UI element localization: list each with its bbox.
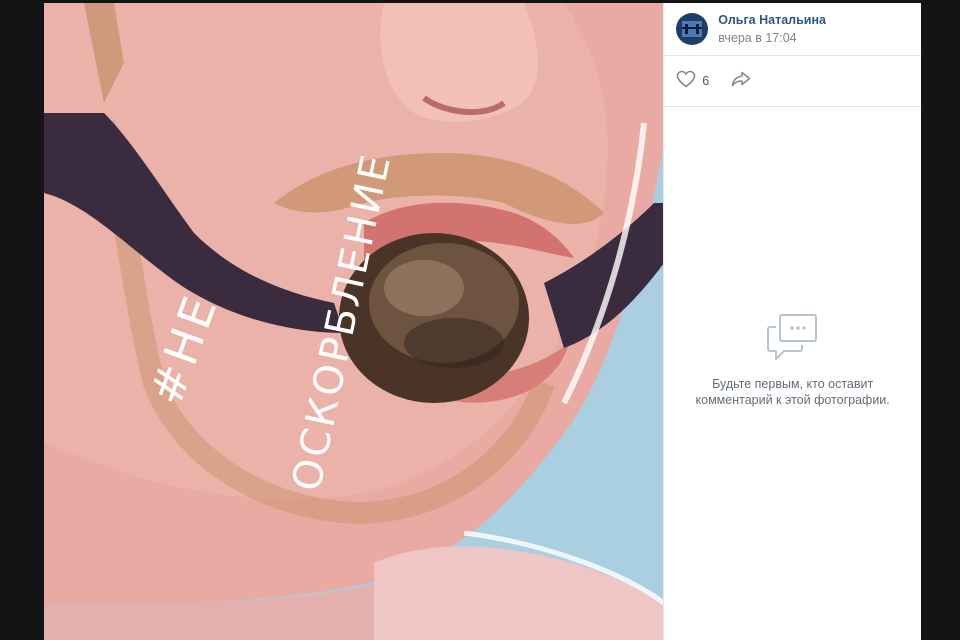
post-time-link[interactable]: вчера в 17:04	[718, 30, 826, 46]
post-photo[interactable]: #НЕ ОСКОРБЛЕНИЕ	[44, 3, 664, 640]
heart-icon	[676, 70, 696, 93]
comments-empty-text: Будьте первым, кто оставит комментарий к…	[664, 376, 921, 408]
photo-viewer: #НЕ ОСКОРБЛЕНИЕ Ольга Натальина вчера в …	[44, 3, 921, 640]
comments-empty-line1: Будьте первым, кто оставит	[712, 377, 874, 391]
post-actions: 6	[664, 56, 921, 107]
comments-empty-line2: комментарий к этой фотографии.	[695, 393, 890, 407]
painting-illustration: #НЕ ОСКОРБЛЕНИЕ	[44, 3, 664, 640]
like-button[interactable]: 6	[676, 70, 709, 93]
comments-empty-state: Будьте первым, кто оставит комментарий к…	[664, 313, 921, 408]
share-button[interactable]	[731, 71, 751, 92]
like-count: 6	[702, 74, 710, 88]
avatar[interactable]	[676, 13, 709, 45]
author-name-link[interactable]: Ольга Натальина	[718, 12, 826, 28]
author-block: Ольга Натальина вчера в 17:04	[664, 3, 921, 56]
photo-sidebar: Ольга Натальина вчера в 17:04 6 Будьте п…	[663, 3, 921, 640]
share-arrow-icon	[731, 71, 751, 92]
speech-bubbles-icon	[766, 314, 820, 365]
